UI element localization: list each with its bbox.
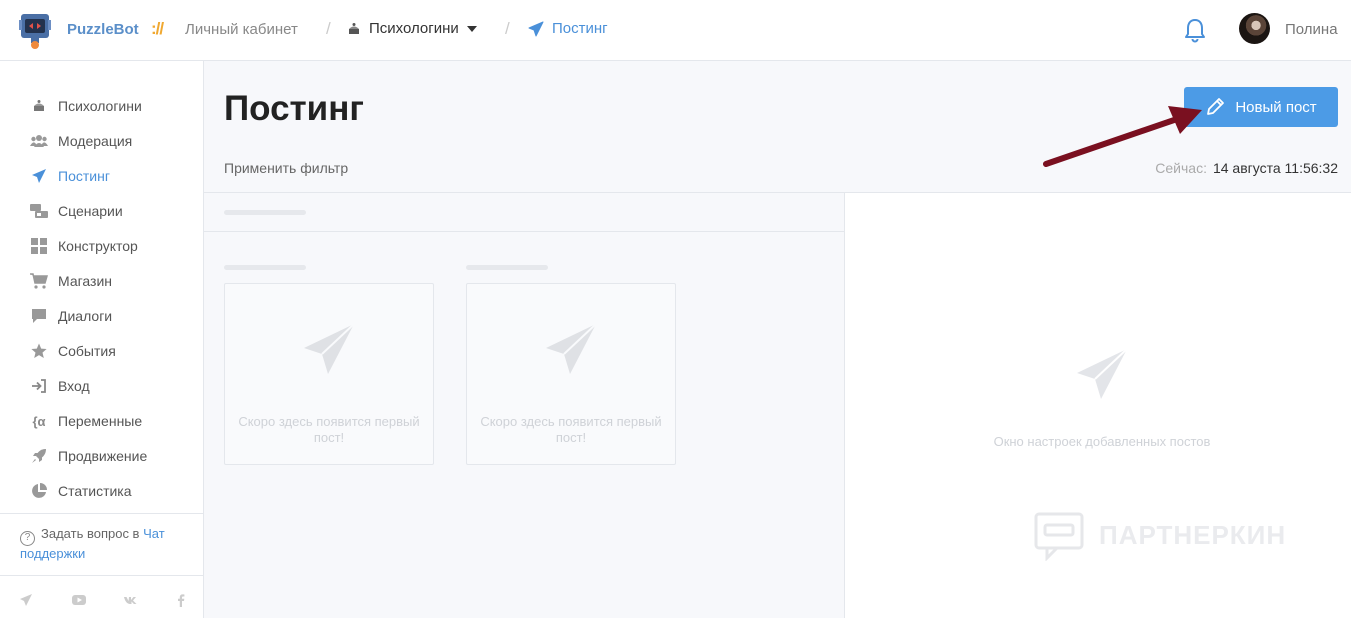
paper-plane-icon xyxy=(30,167,48,185)
sidebar-item-label: Диалоги xyxy=(58,308,113,324)
apply-filter-link[interactable]: Применить фильтр xyxy=(224,160,348,176)
new-post-label: Новый пост xyxy=(1235,98,1317,116)
watermark-logo-icon xyxy=(1034,512,1084,561)
watermark-text: ПАРТНЕРКИН xyxy=(1099,519,1287,550)
cake-icon xyxy=(349,22,359,34)
sidebar-item-label: Психологини xyxy=(58,98,142,114)
sidebar-item-label: Конструктор xyxy=(58,238,138,254)
skeleton-bar xyxy=(224,210,306,215)
sidebar-item-events[interactable]: События xyxy=(30,342,116,360)
sidebar-item-label: Магазин xyxy=(58,273,113,289)
post-placeholder-card: Скоро здесь появится первый пост! xyxy=(466,283,676,465)
scenarios-icon xyxy=(30,202,48,220)
sidebar-item-label: Сценарии xyxy=(58,203,123,219)
sidebar-item-label: Вход xyxy=(58,378,90,394)
chat-icon xyxy=(30,307,48,325)
telegram-icon[interactable] xyxy=(19,593,33,607)
sidebar-item-psychologists[interactable]: Психологини xyxy=(30,97,142,115)
sidebar: Психологини Модерация Постинг Сценарии К… xyxy=(0,61,204,618)
puzzlebot-logo-icon[interactable] xyxy=(19,11,51,49)
star-icon xyxy=(30,342,48,360)
panel-divider xyxy=(204,231,844,232)
sidebar-item-label: Статистика xyxy=(58,483,132,499)
variable-icon: {α xyxy=(32,413,46,429)
page-title: Постинг xyxy=(224,89,364,128)
brand-separator: :// xyxy=(151,19,164,38)
current-time-value: 14 августа 11:56:32 xyxy=(1212,160,1338,176)
post-placeholder-card: Скоро здесь появится первый пост! xyxy=(224,283,434,465)
main-content: Постинг Новый пост Применить фильтр Сейч… xyxy=(204,61,1351,618)
sidebar-item-label: Переменные xyxy=(58,413,143,429)
sidebar-divider xyxy=(0,513,203,514)
paper-plane-icon xyxy=(1077,348,1128,399)
breadcrumb-posting-label: Постинг xyxy=(552,20,608,37)
question-icon: ? xyxy=(20,531,35,546)
sidebar-item-shop[interactable]: Магазин xyxy=(30,272,112,290)
brand-name[interactable]: PuzzleBot xyxy=(67,21,139,38)
skeleton-bar xyxy=(224,265,306,270)
username[interactable]: Полина xyxy=(1285,21,1338,38)
cart-icon xyxy=(30,272,48,290)
sidebar-item-variables[interactable]: {α Переменные xyxy=(30,412,142,430)
pencil-icon xyxy=(1207,98,1225,115)
posts-panel: Скоро здесь появится первый пост! Скоро … xyxy=(204,192,845,618)
support-text: Задать вопрос в xyxy=(41,526,140,541)
youtube-icon[interactable] xyxy=(72,593,86,607)
cake-icon xyxy=(30,97,48,115)
breadcrumb-cabinet[interactable]: Личный кабинет xyxy=(185,21,298,38)
support-prompt: ? Задать вопрос в Чат поддержки xyxy=(20,526,195,562)
sign-in-icon xyxy=(30,377,48,395)
watermark: ПАРТНЕРКИН xyxy=(1033,509,1286,561)
skeleton-bar xyxy=(466,265,548,270)
sidebar-item-scenarios[interactable]: Сценарии xyxy=(30,202,123,220)
breadcrumb-posting[interactable]: Постинг xyxy=(528,20,608,37)
sidebar-item-label: Модерация xyxy=(58,133,133,149)
current-time-label: Сейчас: xyxy=(1155,160,1207,176)
facebook-icon[interactable] xyxy=(174,593,188,607)
paper-plane-icon xyxy=(528,21,544,36)
breadcrumb-bot-label: Психологини xyxy=(369,20,459,37)
pie-chart-icon xyxy=(30,482,48,500)
vk-icon[interactable] xyxy=(124,593,138,607)
breadcrumb-bot-dropdown[interactable]: Психологини xyxy=(347,20,477,37)
post-placeholder-text: Скоро здесь появится первый пост! xyxy=(480,414,662,445)
sidebar-item-login[interactable]: Вход xyxy=(30,377,90,395)
sidebar-item-statistics[interactable]: Статистика xyxy=(30,482,132,500)
sidebar-item-label: Продвижение xyxy=(58,448,148,464)
users-icon xyxy=(30,132,48,150)
sidebar-item-constructor[interactable]: Конструктор xyxy=(30,237,138,255)
bell-icon[interactable] xyxy=(1183,17,1207,43)
sidebar-divider xyxy=(0,575,203,576)
sidebar-item-dialogs[interactable]: Диалоги xyxy=(30,307,112,325)
sidebar-item-posting[interactable]: Постинг xyxy=(30,167,110,185)
sidebar-item-promotion[interactable]: Продвижение xyxy=(30,447,147,465)
breadcrumb-divider: / xyxy=(505,19,510,38)
paper-plane-icon xyxy=(304,323,355,374)
grid-icon xyxy=(30,237,48,255)
sidebar-item-label: Постинг xyxy=(58,168,110,184)
breadcrumb-divider: / xyxy=(326,19,331,38)
sidebar-item-label: События xyxy=(58,343,116,359)
caret-down-icon xyxy=(466,25,477,32)
sidebar-item-moderation[interactable]: Модерация xyxy=(30,132,132,150)
post-placeholder-text: Скоро здесь появится первый пост! xyxy=(238,414,420,445)
top-bar: PuzzleBot :// Личный кабинет / Психологи… xyxy=(0,0,1351,61)
post-settings-panel: Окно настроек добавленных постов ПАРТНЕР… xyxy=(845,192,1351,618)
current-time: Сейчас: 14 августа 11:56:32 xyxy=(1155,160,1338,176)
settings-placeholder-text: Окно настроек добавленных постов xyxy=(993,434,1211,449)
rocket-icon xyxy=(30,447,48,465)
new-post-button[interactable]: Новый пост xyxy=(1184,87,1338,127)
paper-plane-icon xyxy=(546,323,597,374)
avatar[interactable] xyxy=(1239,13,1270,44)
